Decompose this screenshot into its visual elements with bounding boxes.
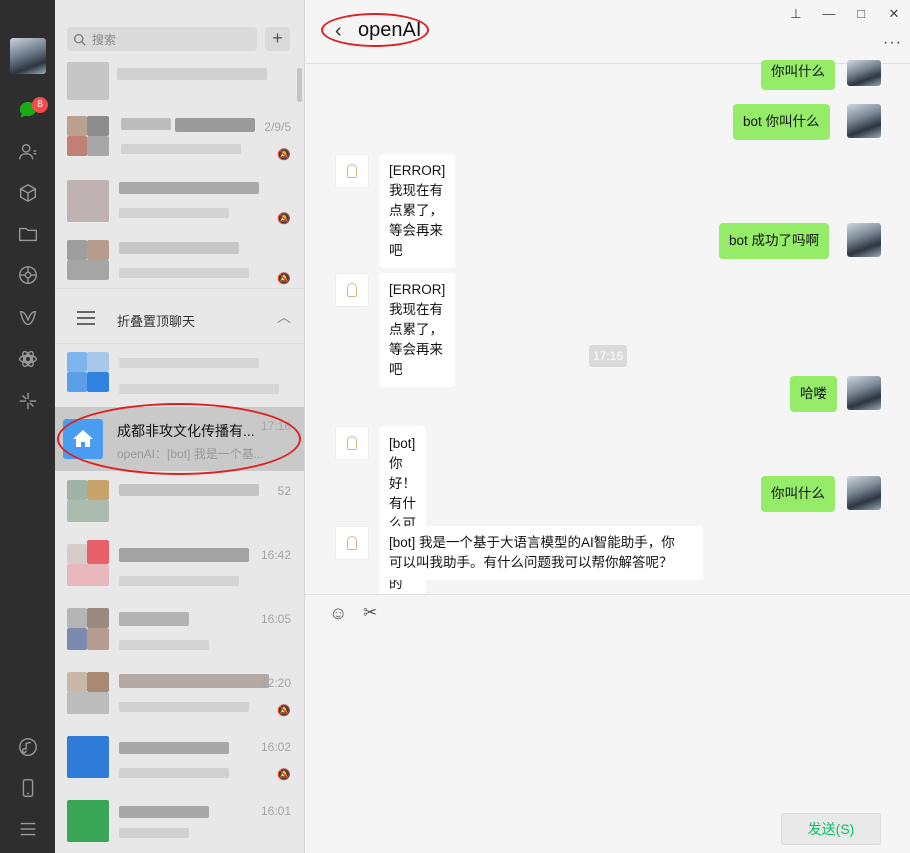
message-bubble-bot: [ERROR] 我现在有点累了，等会再来吧 <box>379 154 456 268</box>
my-avatar[interactable] <box>847 476 881 510</box>
user-avatar[interactable] <box>10 38 46 74</box>
row-time: 16:02 <box>260 740 291 754</box>
list-item[interactable]: 16:05 <box>55 600 304 664</box>
fold-label: 折叠置顶聊天 <box>117 314 196 329</box>
bot-avatar[interactable] <box>335 526 369 560</box>
minimize-button[interactable]: — <box>821 6 837 22</box>
list-scrollbar[interactable] <box>297 68 302 102</box>
close-button[interactable]: ✕ <box>886 6 902 22</box>
message-line: 我现在有点累了，等会再来吧 <box>389 302 443 377</box>
bot-avatar[interactable] <box>335 273 369 307</box>
left-nav-rail: 8 <box>0 0 55 853</box>
list-item[interactable]: 16:02 🔕 <box>55 728 304 792</box>
list-item[interactable]: 12:20 🔕 <box>55 664 304 728</box>
add-button[interactable]: + <box>265 27 290 51</box>
moments-icon[interactable] <box>15 262 41 288</box>
phone-icon[interactable] <box>15 775 41 801</box>
list-item[interactable] <box>55 344 304 408</box>
row-time: 52 <box>277 484 291 498</box>
message-bubble-me: bot 你叫什么 <box>733 104 830 140</box>
message-line: [bot] 我是一个基于大语言模型的AI智能助手，你 <box>389 535 675 550</box>
message-bubble-me: bot 成功了吗啊 <box>719 223 830 259</box>
message-bubble-bot: [bot] 你好！有什么可以帮助你的吗？ <box>379 426 426 622</box>
more-icon[interactable]: ··· <box>883 34 902 52</box>
bot-avatar[interactable] <box>335 154 369 188</box>
list-icon <box>77 311 95 325</box>
list-item[interactable]: 16:01 <box>55 792 304 853</box>
channels-icon[interactable] <box>15 305 41 331</box>
list-item[interactable]: 16:42 <box>55 536 304 600</box>
row-time: 12:20 <box>260 676 291 690</box>
list-item[interactable]: 🔕 <box>55 172 304 236</box>
mute-icon: 🔕 <box>277 213 291 225</box>
search-input[interactable]: 搜索 <box>67 27 257 51</box>
annotation-oval <box>57 403 301 475</box>
search-icon <box>73 33 86 46</box>
conversation-pane: ‹ openAI ⊥ — □ ✕ ··· 你叫什么 bot 你叫什么 [ERRO… <box>305 0 910 853</box>
message-line: 可以叫我助手。有什么问题我可以帮你解答呢？ <box>389 555 673 570</box>
my-avatar[interactable] <box>847 104 881 138</box>
unread-badge: 8 <box>32 97 48 113</box>
mute-icon: 🔕 <box>277 769 291 781</box>
screenshot-icon[interactable]: ✂ <box>363 603 377 623</box>
emoji-icon[interactable]: ☺ <box>329 603 347 624</box>
chevron-up-icon: ︿ <box>277 309 291 325</box>
message-bubble-bot: [ERROR] 我现在有点累了，等会再来吧 <box>379 273 456 387</box>
pin-icon[interactable]: ⊥ <box>788 6 804 22</box>
music-icon[interactable] <box>15 734 41 760</box>
send-button[interactable]: 发送(S) <box>781 813 881 845</box>
message-composer[interactable]: ☺ ✂ 发送(S) <box>305 594 910 853</box>
my-avatar[interactable] <box>847 376 881 410</box>
message-bubble-me: 你叫什么 <box>761 476 835 512</box>
mute-icon: 🔕 <box>277 149 291 161</box>
search-placeholder: 搜索 <box>92 32 117 47</box>
mini-programs-icon[interactable] <box>15 346 41 372</box>
message-line: 我现在有点累了，等会再来吧 <box>389 183 443 258</box>
message-bubble-me: 你叫什么 <box>761 60 835 90</box>
row-time: 2/9/5 <box>264 120 291 134</box>
list-item[interactable]: 52 <box>55 472 304 536</box>
maximize-button[interactable]: □ <box>853 6 869 22</box>
message-line: [bot] 你好！有什么可以帮助你的吗？ <box>389 436 416 611</box>
mute-icon: 🔕 <box>277 705 291 717</box>
list-item[interactable]: 🔕 <box>55 232 304 296</box>
mute-icon: 🔕 <box>277 273 291 285</box>
row-time: 16:42 <box>260 548 291 562</box>
message-bubble-bot: [bot] 我是一个基于大语言模型的AI智能助手，你 可以叫我助手。有什么问题我… <box>379 526 703 580</box>
files-icon[interactable] <box>15 221 41 247</box>
message-bubble-me: 哈喽 <box>790 376 837 412</box>
my-avatar[interactable] <box>847 223 881 257</box>
fold-pinned-chats[interactable]: 折叠置顶聊天 ︿ <box>55 288 304 344</box>
message-line: [ERROR] <box>389 282 446 297</box>
annotation-oval <box>321 13 429 47</box>
row-time: 16:01 <box>260 804 291 818</box>
top-stories-icon[interactable] <box>15 388 41 414</box>
contacts-icon[interactable] <box>15 139 41 165</box>
bot-avatar[interactable] <box>335 426 369 460</box>
favorites-icon[interactable] <box>15 180 41 206</box>
chat-list-panel: 搜索 + 2/9/5 🔕 🔕 🔕 折叠置顶聊天 ︿ 成都非攻文化传播有... 1… <box>55 0 305 853</box>
message-line: [ERROR] <box>389 163 446 178</box>
conversation-header: ‹ openAI ⊥ — □ ✕ ··· <box>305 0 910 64</box>
row-time: 16:05 <box>260 612 291 626</box>
menu-icon[interactable] <box>15 816 41 842</box>
my-avatar[interactable] <box>847 60 881 86</box>
list-item[interactable]: 2/9/5 🔕 <box>55 108 304 172</box>
time-divider: 17:16 <box>589 345 628 367</box>
